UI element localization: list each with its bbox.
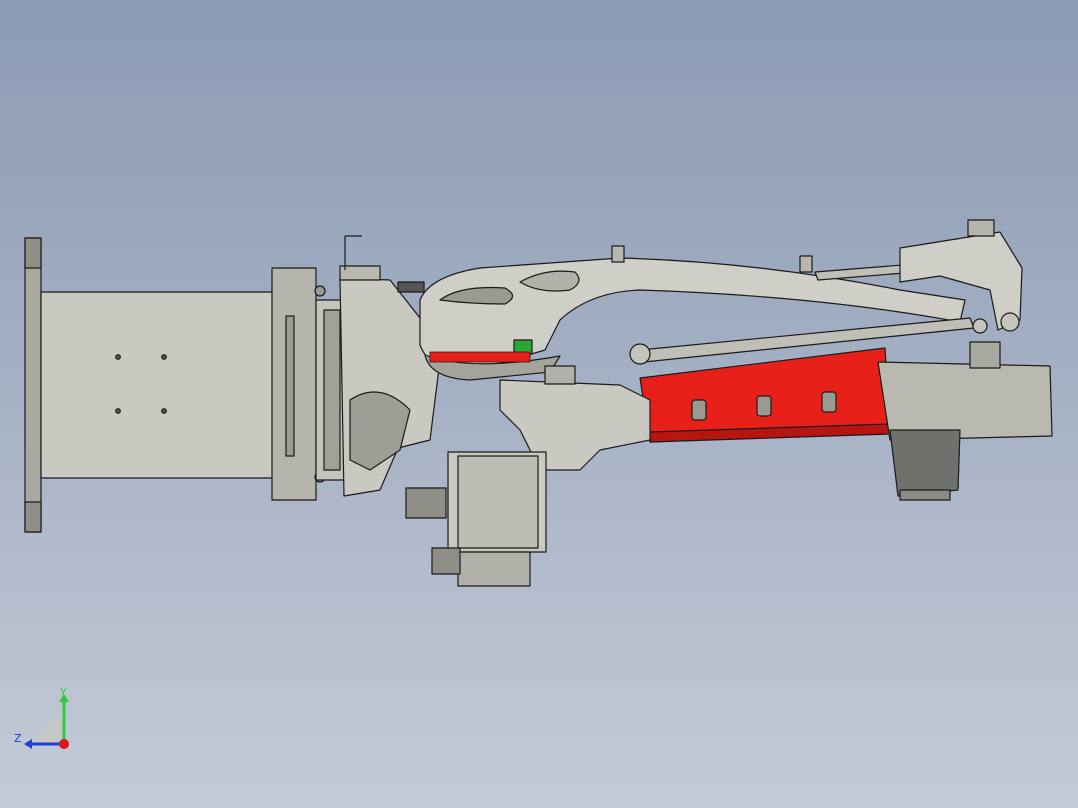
robot-arm-model[interactable] [0, 0, 1078, 808]
cad-viewport[interactable]: Y Z [0, 0, 1078, 808]
mount-flange[interactable] [271, 267, 345, 501]
forearm-red[interactable] [639, 347, 891, 443]
base-plate[interactable] [24, 237, 42, 533]
end-effector-box[interactable] [877, 341, 1053, 501]
coordinate-triad: Y Z [14, 686, 69, 749]
shoulder-housing[interactable] [339, 235, 441, 497]
base-box[interactable] [40, 291, 274, 479]
drive-motor[interactable] [405, 451, 547, 587]
z-axis-label: Z [14, 732, 22, 745]
y-axis-label: Y [59, 686, 67, 699]
x-axis-dot [59, 739, 69, 749]
